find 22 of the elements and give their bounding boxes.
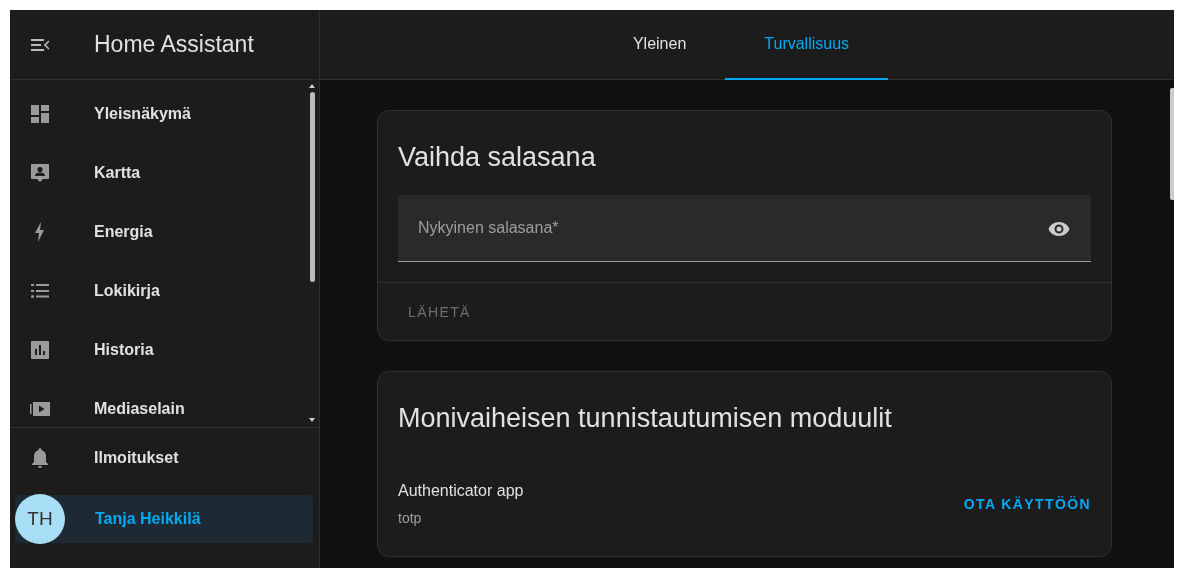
- sidebar-item[interactable]: Lokikirja: [10, 261, 308, 320]
- app-title: Home Assistant: [94, 31, 254, 58]
- password-field[interactable]: Nykyinen salasana*: [398, 195, 1091, 262]
- enable-button[interactable]: OTA KÄYTTÖÖN: [953, 488, 1101, 520]
- scroll-up-icon[interactable]: [308, 83, 316, 89]
- tab[interactable]: Turvallisuus: [725, 10, 889, 80]
- user-item[interactable]: TH Tanja Heikkilä: [15, 495, 313, 543]
- avatar: TH: [15, 494, 65, 544]
- sidebar-item[interactable]: Historia: [10, 320, 308, 379]
- sidebar-item[interactable]: Energia: [10, 202, 308, 261]
- scrollbar-thumb[interactable]: [309, 92, 315, 282]
- tab[interactable]: Yleinen: [593, 10, 726, 80]
- sidebar-item[interactable]: Yleisnäkymä: [10, 84, 308, 143]
- sidebar-item[interactable]: Mediaselain: [10, 379, 308, 427]
- sidebar-item[interactable]: Kartta: [10, 143, 308, 202]
- scrollbar-thumb[interactable]: [1170, 88, 1174, 200]
- module-name: Authenticator app: [398, 482, 524, 500]
- card-title: Vaihda salasana: [397, 141, 597, 173]
- notifications-item[interactable]: Ilmoitukset: [10, 428, 319, 487]
- card-title: Monivaiheisen tunnistautumisen moduulit: [397, 402, 893, 434]
- module-type: totp: [398, 510, 423, 526]
- scroll-down-icon[interactable]: [308, 417, 316, 423]
